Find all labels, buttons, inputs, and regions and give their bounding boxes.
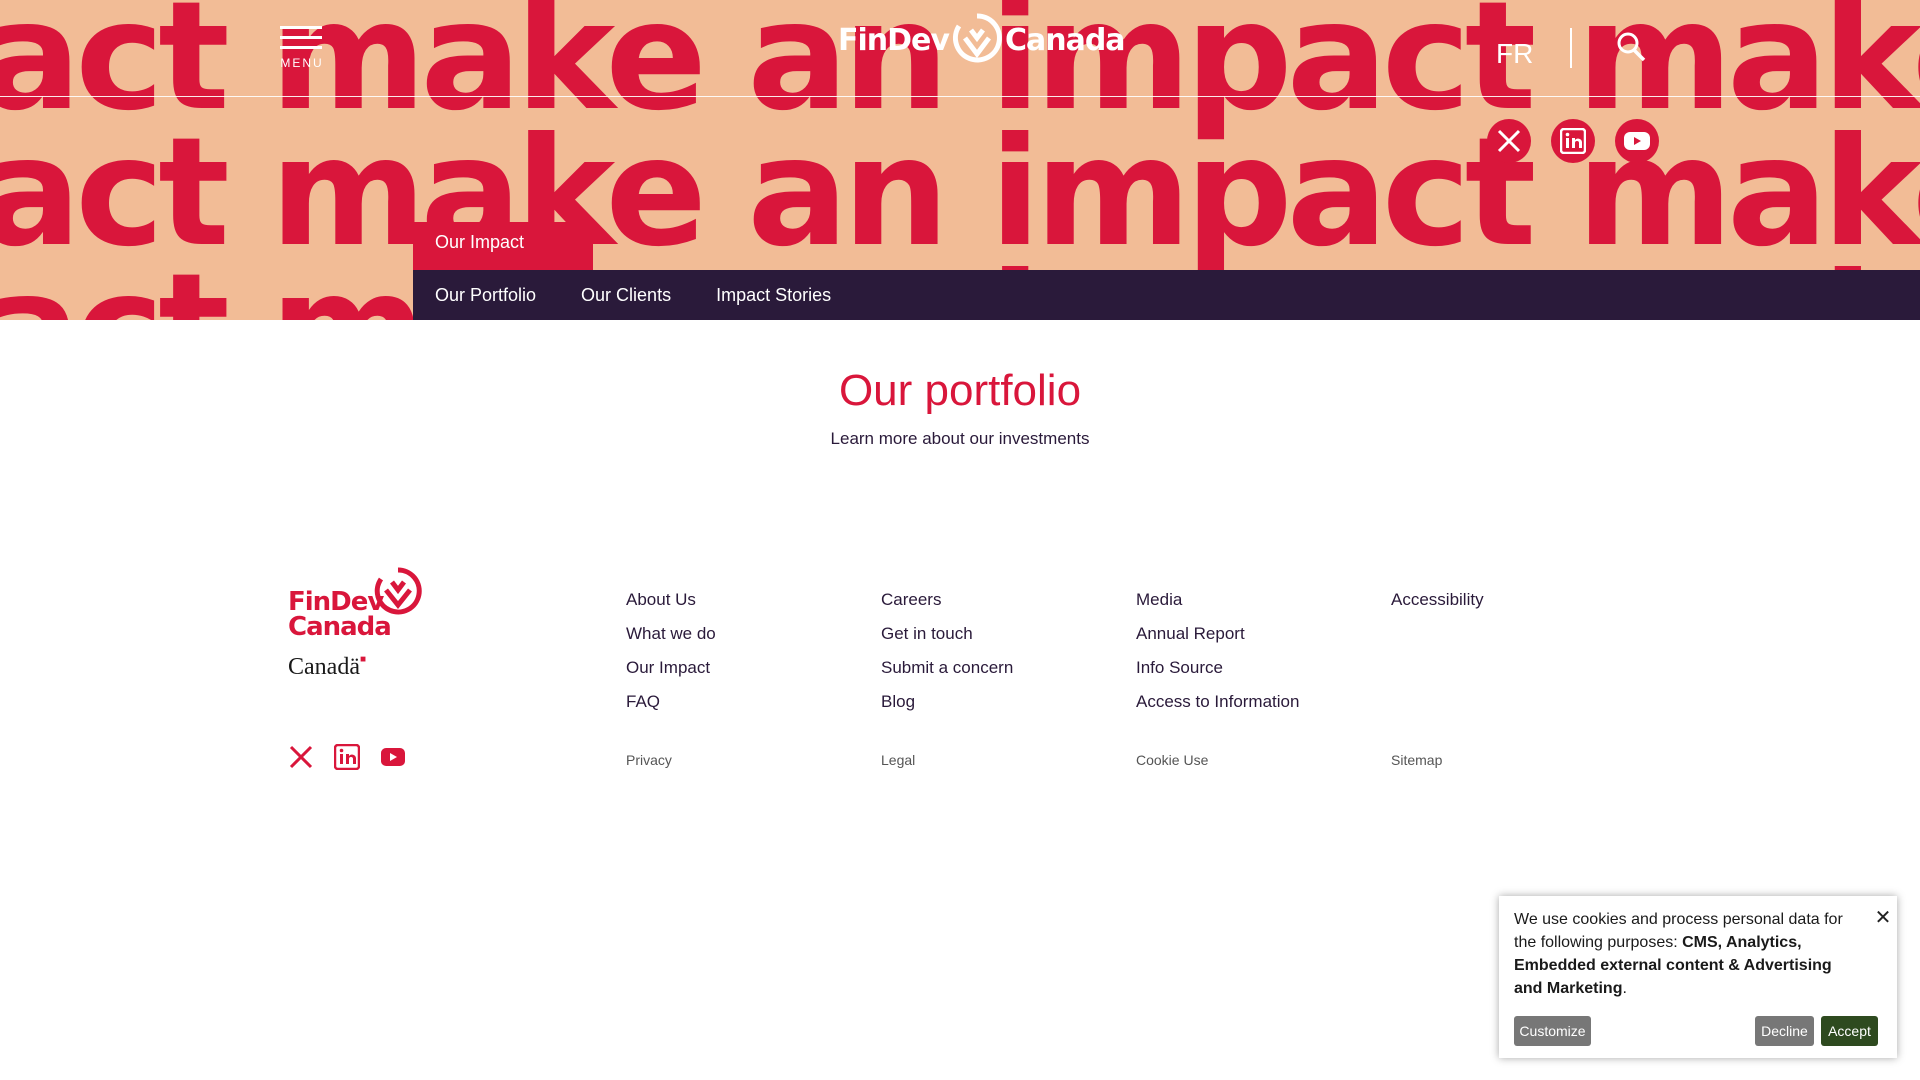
footer-x-twitter-link[interactable]: [288, 744, 314, 770]
footer-link-legal[interactable]: Legal: [881, 752, 915, 768]
footer-link-blog[interactable]: Blog: [881, 692, 1013, 712]
footer-youtube-link[interactable]: [380, 744, 406, 770]
footer-link-sitemap[interactable]: Sitemap: [1391, 752, 1442, 768]
breadcrumb[interactable]: Our Impact: [413, 222, 593, 270]
footer-column-3: Media Annual Report Info Source Access t…: [1136, 590, 1299, 726]
footer-link-what-we-do[interactable]: What we do: [626, 624, 716, 644]
search-icon: [1617, 32, 1646, 62]
x-twitter-icon: [1497, 129, 1521, 153]
close-icon: ✕: [1874, 907, 1892, 929]
search-button[interactable]: [1614, 30, 1648, 64]
footer-social-links: [288, 743, 406, 771]
logo-text-findev: FinDev: [838, 22, 950, 58]
header-divider: [0, 96, 1920, 97]
section-subnav: Our Portfolio Our Clients Impact Stories: [413, 270, 1920, 320]
footer-column-4: Accessibility: [1391, 590, 1484, 624]
language-toggle[interactable]: FR: [1496, 38, 1533, 70]
footer-link-our-impact[interactable]: Our Impact: [626, 658, 716, 678]
subnav-our-portfolio[interactable]: Our Portfolio: [435, 285, 536, 306]
linkedin-link[interactable]: [1551, 119, 1595, 163]
footer-column-2: Careers Get in touch Submit a concern Bl…: [881, 590, 1013, 726]
menu-button[interactable]: MENU: [278, 24, 326, 74]
canada-wordmark-text: Canadä: [288, 654, 360, 680]
logo-mark-icon: [952, 13, 1002, 63]
x-twitter-link[interactable]: [1487, 119, 1531, 163]
menu-label: MENU: [280, 56, 324, 70]
footer-logo[interactable]: FinDev Canada: [288, 566, 428, 642]
linkedin-icon: [333, 743, 361, 771]
youtube-link[interactable]: [1615, 119, 1659, 163]
x-twitter-icon: [289, 745, 313, 769]
cookie-consent-banner: We use cookies and process personal data…: [1499, 896, 1897, 1058]
page-subtitle: Learn more about our investments: [830, 429, 1090, 448]
cookie-message: We use cookies and process personal data…: [1514, 908, 1864, 1000]
cookie-message-end: .: [1622, 980, 1627, 997]
cookie-decline-button[interactable]: Decline: [1755, 1016, 1814, 1046]
footer-column-1: About Us What we do Our Impact FAQ: [626, 590, 716, 726]
cookie-customize-button[interactable]: Customize: [1514, 1016, 1591, 1046]
logo-text-canada: Canada: [1004, 22, 1126, 58]
footer-link-annual-report[interactable]: Annual Report: [1136, 624, 1299, 644]
government-of-canada-wordmark: Canadä■: [288, 654, 366, 681]
subnav-impact-stories[interactable]: Impact Stories: [716, 285, 831, 306]
footer-logo-mark-icon: [374, 567, 422, 615]
footer-link-cookie-use[interactable]: Cookie Use: [1136, 752, 1208, 768]
page-title: Our portfolio: [838, 366, 1082, 415]
footer-link-careers[interactable]: Careers: [881, 590, 1013, 610]
footer-linkedin-link[interactable]: [333, 743, 361, 771]
footer-link-faq[interactable]: FAQ: [626, 692, 716, 712]
cookie-accept-button[interactable]: Accept: [1821, 1016, 1878, 1046]
footer-link-media[interactable]: Media: [1136, 590, 1299, 610]
footer-link-accessibility[interactable]: Accessibility: [1391, 590, 1484, 610]
canada-flag-icon: ■: [359, 654, 367, 665]
footer-link-about-us[interactable]: About Us: [626, 590, 716, 610]
footer-link-privacy[interactable]: Privacy: [626, 752, 672, 768]
linkedin-icon: [1560, 128, 1586, 154]
cookie-close-button[interactable]: ✕: [1873, 908, 1893, 928]
subnav-our-clients[interactable]: Our Clients: [581, 285, 671, 306]
header-social-links: [1487, 119, 1659, 163]
footer-logo-line2: Canada: [288, 612, 392, 642]
footer-link-submit-a-concern[interactable]: Submit a concern: [881, 658, 1013, 678]
youtube-icon: [381, 748, 405, 766]
header-separator: [1570, 28, 1572, 68]
youtube-icon: [1624, 132, 1650, 150]
footer-link-get-in-touch[interactable]: Get in touch: [881, 624, 1013, 644]
site-logo[interactable]: FinDev Canada: [838, 10, 1126, 70]
footer-link-info-source[interactable]: Info Source: [1136, 658, 1299, 678]
footer-link-access-to-information[interactable]: Access to Information: [1136, 692, 1299, 712]
